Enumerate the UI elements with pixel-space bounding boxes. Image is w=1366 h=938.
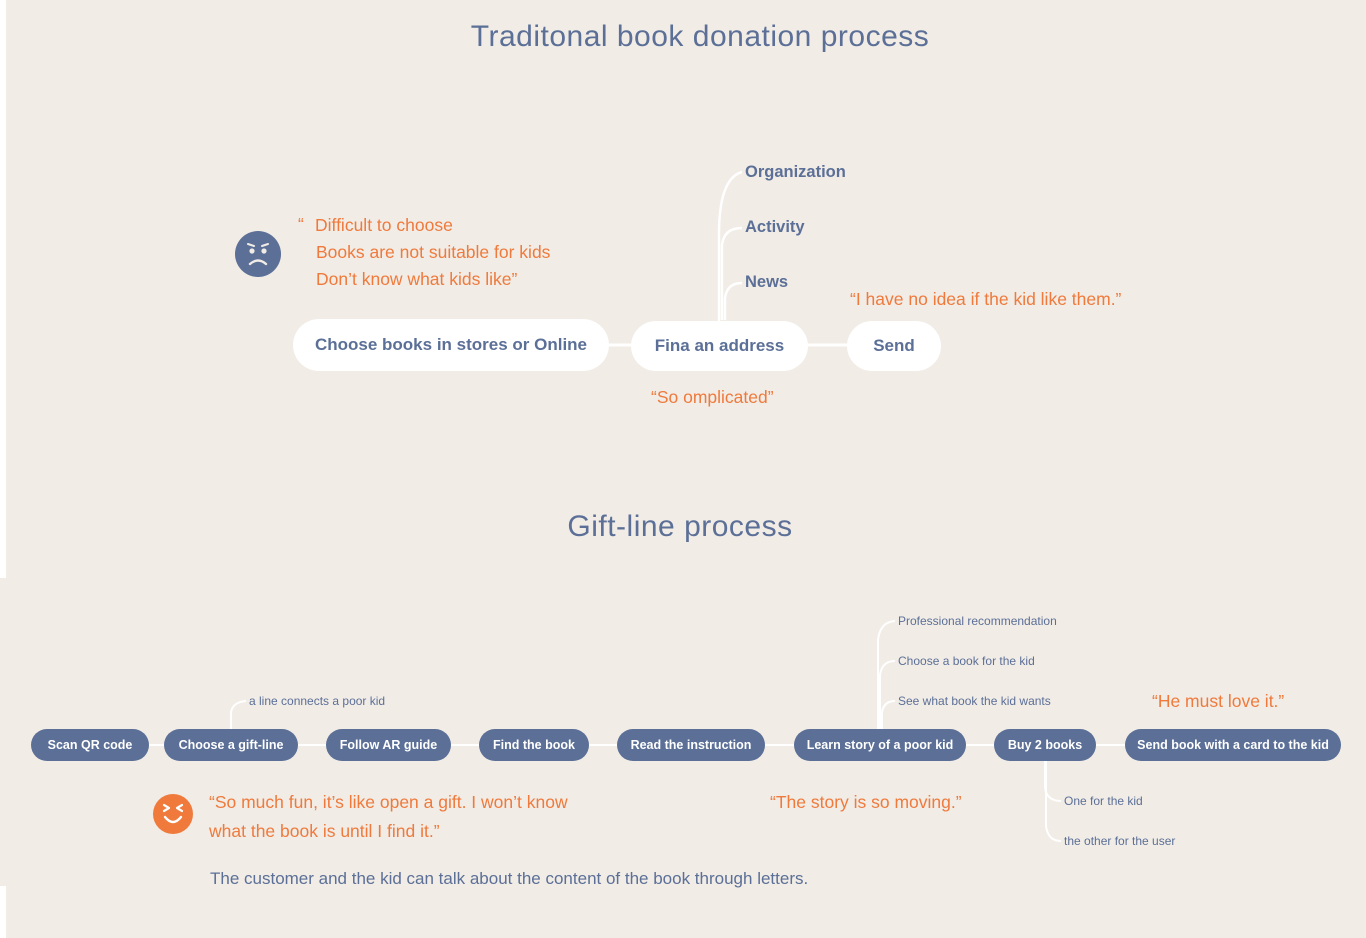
step-choose-giftline: Choose a gift-line <box>164 729 298 761</box>
step-send-book: Send book with a card to the kid <box>1125 729 1341 761</box>
branch-line-news <box>723 281 743 320</box>
step-scan-qr: Scan QR code <box>31 729 149 761</box>
branch-professional-recommendation: Professional recommendation <box>898 614 1057 628</box>
branch-line-giftline <box>230 700 247 729</box>
pain-quote-line-3: Don’t know what kids like” <box>316 269 518 289</box>
quote-complicated: “So omplicated” <box>651 387 774 407</box>
branch-line-see-wants <box>881 700 896 729</box>
step-read-instruction: Read the instruction <box>617 729 765 761</box>
branch-see-what-kid-wants: See what book the kid wants <box>898 694 1051 708</box>
step-follow-ar: Follow AR guide <box>326 729 451 761</box>
quote-love: “He must love it.” <box>1152 691 1285 711</box>
step-choose-books: Choose books in stores or Online <box>293 319 609 371</box>
happy-face-icon <box>153 794 193 834</box>
branch-news: News <box>745 273 789 291</box>
letters-note: The customer and the kid can talk about … <box>210 869 809 888</box>
sad-face-icon <box>235 231 281 277</box>
branch-organization: Organization <box>745 163 846 181</box>
traditional-title: Traditonal book donation process <box>470 20 930 53</box>
branch-line-one-for-kid <box>1044 761 1062 802</box>
quote-story-moving: “The story is so moving.” <box>770 792 962 812</box>
quote-fun-line-1: “So much fun, it’s like open a gift. I w… <box>209 792 568 812</box>
pain-quote-line-2: Books are not suitable for kids <box>316 242 551 262</box>
quote-send: “I have no idea if the kid like them.” <box>850 289 1122 309</box>
step-find-book: Find the book <box>479 729 589 761</box>
branch-other-for-user: the other for the user <box>1064 834 1176 848</box>
pain-quote-line-1: Difficult to choose <box>315 215 453 235</box>
pain-quote-open-mark: “ <box>298 214 304 234</box>
step-buy-books: Buy 2 books <box>994 729 1096 761</box>
giftline-title: Gift-line process <box>567 510 793 543</box>
branch-line-connects-kid: a line connects a poor kid <box>249 694 386 708</box>
step-send: Send <box>847 321 941 371</box>
branch-one-for-kid: One for the kid <box>1064 794 1143 808</box>
branch-choose-book-for-kid: Choose a book for the kid <box>898 654 1035 668</box>
quote-fun-line-2: what the book is until I find it.” <box>209 821 440 841</box>
step-learn-story: Learn story of a poor kid <box>794 729 966 761</box>
step-find-address: Fina an address <box>631 321 808 371</box>
connector-lines <box>148 170 1128 842</box>
branch-activity: Activity <box>745 218 805 236</box>
